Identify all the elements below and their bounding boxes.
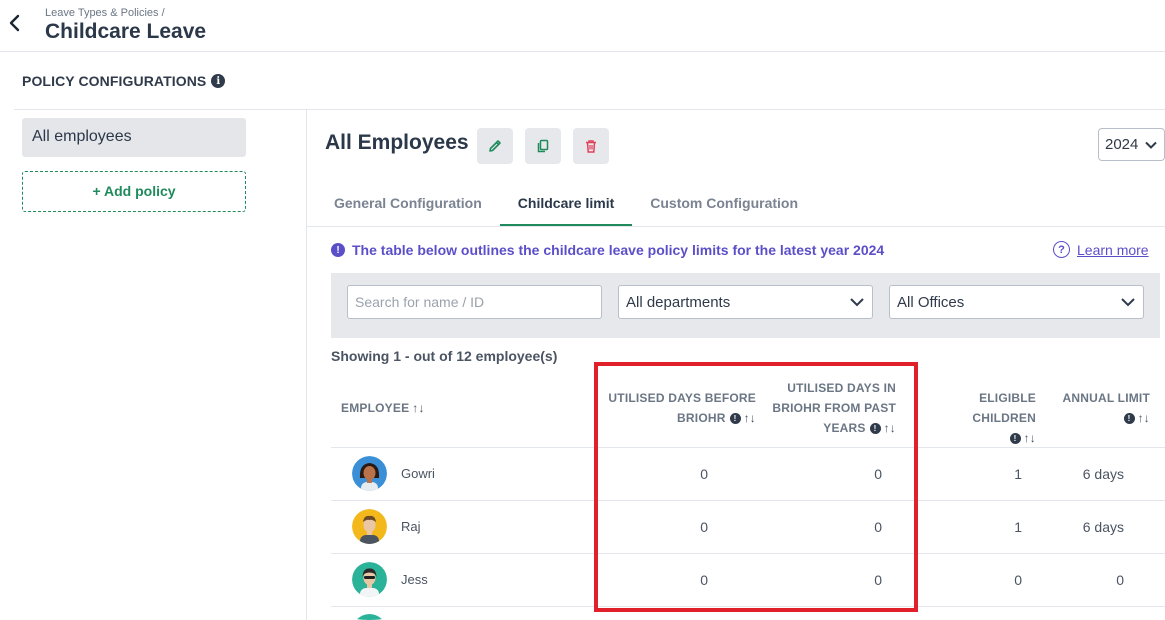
policy-title: All Employees	[325, 131, 469, 154]
utilised-past-cell: 0	[874, 466, 882, 482]
column-label: BRIOHR	[677, 411, 726, 425]
info-icon: !	[331, 243, 345, 257]
sidebar-divider	[306, 110, 307, 620]
column-header-employee: EMPLOYEE ↑↓	[341, 398, 425, 418]
breadcrumb[interactable]: Leave Types & Policies /	[45, 7, 165, 19]
divider	[331, 447, 1165, 448]
column-label: YEARS	[823, 421, 866, 435]
utilised-before-cell: 0	[700, 466, 708, 482]
column-label: BRIOHR FROM PAST	[772, 401, 896, 415]
top-bar: Leave Types & Policies / Childcare Leave	[0, 0, 1165, 52]
sort-icon[interactable]: ↑↓	[884, 421, 896, 435]
column-label: ANNUAL LIMIT	[1062, 391, 1150, 405]
column-label: UTILISED DAYS BEFORE	[608, 391, 756, 405]
column-label: UTILISED DAYS IN	[787, 381, 896, 395]
employee-name[interactable]: Gowri	[401, 466, 435, 481]
department-select[interactable]: All departments	[618, 285, 873, 319]
column-label: EMPLOYEE	[341, 401, 410, 415]
eligible-children-cell: 1	[1014, 466, 1022, 482]
utilised-before-cell: 0	[700, 572, 708, 588]
policy-configurations-heading: POLICY CONFIGURATIONS i	[22, 73, 226, 89]
column-header-eligible-children: ELIGIBLE CHILDREN ! ↑↓	[918, 388, 1036, 448]
chevron-down-icon	[1145, 141, 1157, 149]
year-value: 2024	[1105, 136, 1139, 153]
employee-name[interactable]: Raj	[401, 519, 421, 534]
chevron-down-icon	[850, 298, 864, 307]
learn-more-label[interactable]: Learn more	[1077, 242, 1149, 258]
tab-custom-configuration[interactable]: Custom Configuration	[632, 185, 816, 227]
avatar	[352, 509, 387, 544]
employee-name[interactable]: Jess	[401, 572, 428, 587]
eligible-children-cell: 1	[1014, 519, 1022, 535]
tab-general-configuration[interactable]: General Configuration	[316, 185, 500, 227]
delete-button[interactable]	[573, 128, 609, 164]
trash-icon	[586, 140, 596, 153]
column-header-utilised-past: UTILISED DAYS IN BRIOHR FROM PAST YEARS!…	[760, 378, 896, 438]
sort-icon[interactable]: ↑↓	[1138, 411, 1150, 425]
sort-icon[interactable]: ↑↓	[744, 411, 756, 425]
divider	[331, 500, 1165, 501]
copy-icon	[537, 139, 549, 153]
chevron-down-icon	[1121, 298, 1135, 307]
section-title: POLICY CONFIGURATIONS	[22, 73, 207, 89]
divider	[14, 109, 1165, 110]
info-icon[interactable]: i	[211, 74, 226, 88]
tab-childcare-limit[interactable]: Childcare limit	[499, 185, 633, 227]
policy-notice: ! The table below outlines the childcare…	[331, 242, 884, 258]
info-icon[interactable]: !	[1123, 413, 1135, 425]
column-header-utilised-before: UTILISED DAYS BEFORE BRIOHR! ↑↓	[598, 388, 756, 428]
info-icon[interactable]: !	[1009, 433, 1021, 445]
annual-limit-cell: 6 days	[1082, 519, 1124, 535]
tab-bar: General Configuration Childcare limit Cu…	[316, 185, 816, 227]
eligible-children-cell: 0	[1014, 572, 1022, 588]
edit-button[interactable]	[477, 128, 513, 164]
notice-text: The table below outlines the childcare l…	[352, 242, 885, 258]
year-select[interactable]: 2024	[1098, 128, 1165, 161]
column-label: ELIGIBLE CHILDREN	[972, 391, 1036, 425]
avatar	[352, 456, 387, 491]
divider	[331, 606, 1165, 607]
office-select[interactable]: All Offices	[889, 285, 1144, 319]
question-icon: ?	[1053, 241, 1070, 258]
copy-button[interactable]	[525, 128, 561, 164]
info-icon[interactable]: !	[869, 423, 881, 435]
utilised-past-cell: 0	[874, 519, 882, 535]
results-count: Showing 1 - out of 12 employee(s)	[331, 348, 558, 364]
divider	[331, 553, 1165, 554]
office-value: All Offices	[897, 293, 965, 311]
utilised-past-cell: 0	[874, 572, 882, 588]
avatar	[352, 614, 387, 620]
annual-limit-cell: 6 days	[1082, 466, 1124, 482]
sort-icon[interactable]: ↑↓	[1024, 431, 1036, 445]
utilised-before-cell: 0	[700, 519, 708, 535]
sort-icon[interactable]: ↑↓	[412, 401, 424, 415]
annual-limit-cell: 0	[1116, 572, 1124, 588]
department-value: All departments	[626, 293, 731, 311]
search-input[interactable]	[347, 285, 602, 319]
learn-more-link[interactable]: ? Learn more	[1053, 241, 1149, 258]
divider	[307, 226, 1165, 227]
info-icon[interactable]: !	[729, 413, 741, 425]
back-arrow-icon[interactable]	[6, 12, 24, 34]
column-header-annual-limit: ANNUAL LIMIT ! ↑↓	[1050, 388, 1150, 428]
avatar	[352, 562, 387, 597]
pencil-icon	[489, 140, 501, 152]
policy-item-all-employees[interactable]: All employees	[22, 118, 246, 157]
add-policy-button[interactable]: + Add policy	[22, 171, 246, 212]
page-title: Childcare Leave	[45, 20, 207, 43]
